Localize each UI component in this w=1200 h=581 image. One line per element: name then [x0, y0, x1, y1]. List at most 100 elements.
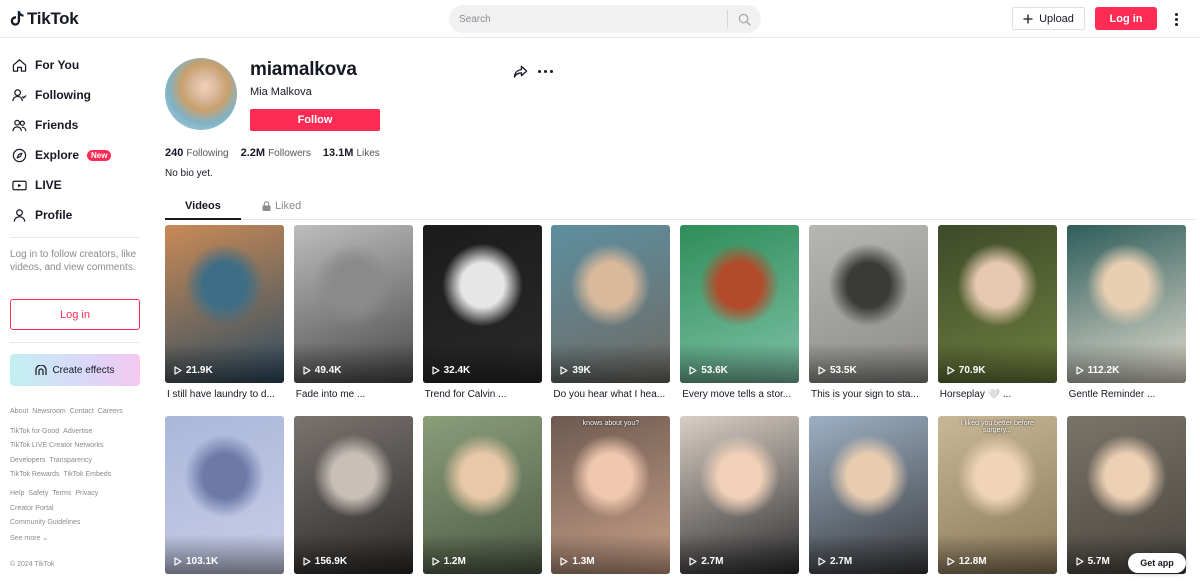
video-thumbnail[interactable]: 2.7M — [680, 416, 800, 574]
video-thumbnail[interactable]: 49.4K — [293, 225, 413, 383]
footer-links-row: Creator Portal — [10, 505, 54, 512]
video-thumbnail[interactable]: 32.4K — [422, 225, 542, 383]
video-thumbnail[interactable]: 53.6K — [680, 225, 800, 383]
sidebar-divider — [10, 237, 140, 238]
footer-link[interactable]: Advertise — [63, 428, 92, 435]
upload-button[interactable]: Upload — [1012, 7, 1085, 30]
video-thumbnail[interactable]: knows about you? 1.3M — [551, 416, 671, 574]
login-button-header[interactable]: Log in — [1095, 7, 1157, 30]
profile-more-icon[interactable] — [538, 68, 554, 74]
footer-link[interactable]: Creator Portal — [10, 505, 54, 512]
play-icon — [947, 557, 955, 566]
video-overlay-text: I liked you better before surgery... — [960, 420, 1034, 434]
see-more-link[interactable]: See more ⌄ — [10, 534, 48, 542]
video-caption[interactable]: Trend for Calvin ... — [423, 389, 542, 400]
video-thumbnail[interactable]: 70.9K — [937, 225, 1057, 383]
video-card[interactable]: 2.7M — [809, 416, 928, 574]
tab-liked[interactable]: Liked — [262, 200, 301, 212]
footer-link[interactable]: Newsroom — [32, 408, 65, 415]
video-card[interactable]: 39K Do you hear what I hea... — [551, 225, 671, 400]
video-caption[interactable]: Fade into me ... — [294, 389, 413, 400]
thumbnail-shade — [937, 343, 1057, 383]
video-card[interactable]: 21.9K I still have laundry to d... — [165, 225, 284, 400]
footer-link[interactable]: Contact — [70, 408, 94, 415]
avatar[interactable] — [165, 58, 237, 130]
video-card[interactable]: 53.5K This is your sign to sta... — [809, 225, 928, 400]
lock-icon — [262, 201, 271, 211]
video-thumbnail[interactable]: 21.9K — [165, 225, 284, 383]
video-thumbnail[interactable]: 1.2M — [422, 416, 542, 574]
video-thumbnail[interactable]: 53.5K — [809, 225, 928, 383]
search-button[interactable] — [728, 5, 761, 33]
nav-live[interactable]: LIVE — [12, 175, 62, 195]
tiktok-logo-icon — [10, 11, 24, 26]
video-card[interactable]: I liked you better before surgery... 12.8… — [937, 416, 1057, 574]
play-icon — [560, 366, 568, 375]
footer-link[interactable]: TikTok for Good — [10, 428, 59, 435]
nav-friends[interactable]: Friends — [12, 115, 78, 135]
video-caption[interactable]: Do you hear what I hea... — [551, 389, 670, 400]
nav-label: For You — [35, 58, 80, 72]
stat-followers[interactable]: 2.2M Followers — [241, 147, 311, 159]
video-card[interactable]: 53.6K Every move tells a stor... — [680, 225, 800, 400]
play-icon — [174, 366, 182, 375]
footer-link[interactable]: Community Guidelines — [10, 519, 80, 526]
tiktok-logo[interactable]: TikTok — [10, 9, 79, 29]
stat-following[interactable]: 240 Following — [165, 147, 229, 159]
video-caption[interactable]: Horseplay 🤍 ... — [938, 389, 1057, 400]
video-card[interactable]: 2.7M — [680, 416, 800, 574]
video-caption[interactable]: I still have laundry to d... — [165, 389, 284, 400]
video-thumbnail[interactable]: 112.2K — [1066, 225, 1186, 383]
nav-label: Friends — [35, 118, 79, 132]
video-caption[interactable]: Gentle Reminder ... — [1067, 389, 1186, 400]
footer-link[interactable]: Safety — [28, 490, 48, 497]
video-thumbnail[interactable]: 5.7M — [1066, 416, 1186, 574]
profile-bio: No bio yet. — [165, 168, 213, 179]
footer-link[interactable]: TikTok Rewards — [10, 471, 60, 478]
video-thumbnail[interactable]: 156.9K — [293, 416, 413, 574]
video-card[interactable]: knows about you? 1.3M — [551, 416, 671, 574]
nav-following[interactable]: Following — [12, 85, 91, 105]
view-count: 5.7M — [1075, 556, 1110, 567]
video-thumbnail[interactable]: 2.7M — [809, 416, 928, 574]
footer-link[interactable]: Help — [10, 490, 24, 497]
footer-link[interactable]: Terms — [52, 490, 71, 497]
login-prompt-text: Log in to follow creators, like videos, … — [10, 249, 137, 273]
view-count-text: 49.4K — [314, 365, 342, 376]
nav-profile[interactable]: Profile — [12, 205, 72, 225]
tab-videos[interactable]: Videos — [185, 200, 221, 212]
more-options-icon[interactable] — [1170, 10, 1182, 28]
follow-button[interactable]: Follow — [250, 109, 380, 131]
video-card[interactable]: 1.2M — [422, 416, 542, 574]
footer-link[interactable]: Transparency — [49, 457, 92, 464]
nav-explore[interactable]: Explore New — [12, 145, 112, 165]
video-card[interactable]: 103.1K — [165, 416, 284, 574]
video-card[interactable]: 156.9K — [293, 416, 413, 574]
video-card[interactable]: 49.4K Fade into me ... — [293, 225, 413, 400]
video-card[interactable]: 70.9K Horseplay 🤍 ... — [937, 225, 1057, 400]
footer-link[interactable]: Developers — [10, 457, 45, 464]
footer-link[interactable]: Careers — [98, 408, 123, 415]
play-icon — [560, 557, 568, 566]
profile-tabs: Videos Liked — [165, 196, 1196, 220]
footer-link[interactable]: About — [10, 408, 28, 415]
nav-for-you[interactable]: For You — [12, 55, 79, 75]
video-card[interactable]: 112.2K Gentle Reminder ... — [1066, 225, 1186, 400]
video-caption[interactable]: Every move tells a stor... — [680, 389, 799, 400]
footer-link[interactable]: TikTok Embeds — [64, 471, 112, 478]
footer-link[interactable]: Privacy — [75, 490, 98, 497]
get-app-button[interactable]: Get app — [1128, 553, 1186, 573]
video-thumbnail[interactable]: 39K — [551, 225, 671, 383]
create-effects-button[interactable]: Create effects — [10, 354, 140, 386]
video-card[interactable]: 32.4K Trend for Calvin ... — [422, 225, 542, 400]
thumbnail-shade — [293, 343, 413, 383]
search-input[interactable] — [449, 5, 727, 33]
video-card[interactable]: 5.7M — [1066, 416, 1186, 574]
video-thumbnail[interactable]: 103.1K — [165, 416, 284, 574]
login-button-sidebar[interactable]: Log in — [10, 299, 140, 330]
footer-link[interactable]: TikTok LIVE Creator Networks — [10, 442, 104, 449]
share-icon[interactable] — [513, 64, 528, 79]
video-thumbnail[interactable]: I liked you better before surgery... 12.8… — [937, 416, 1057, 574]
video-caption[interactable]: This is your sign to sta... — [809, 389, 928, 400]
plus-icon — [1023, 14, 1033, 23]
